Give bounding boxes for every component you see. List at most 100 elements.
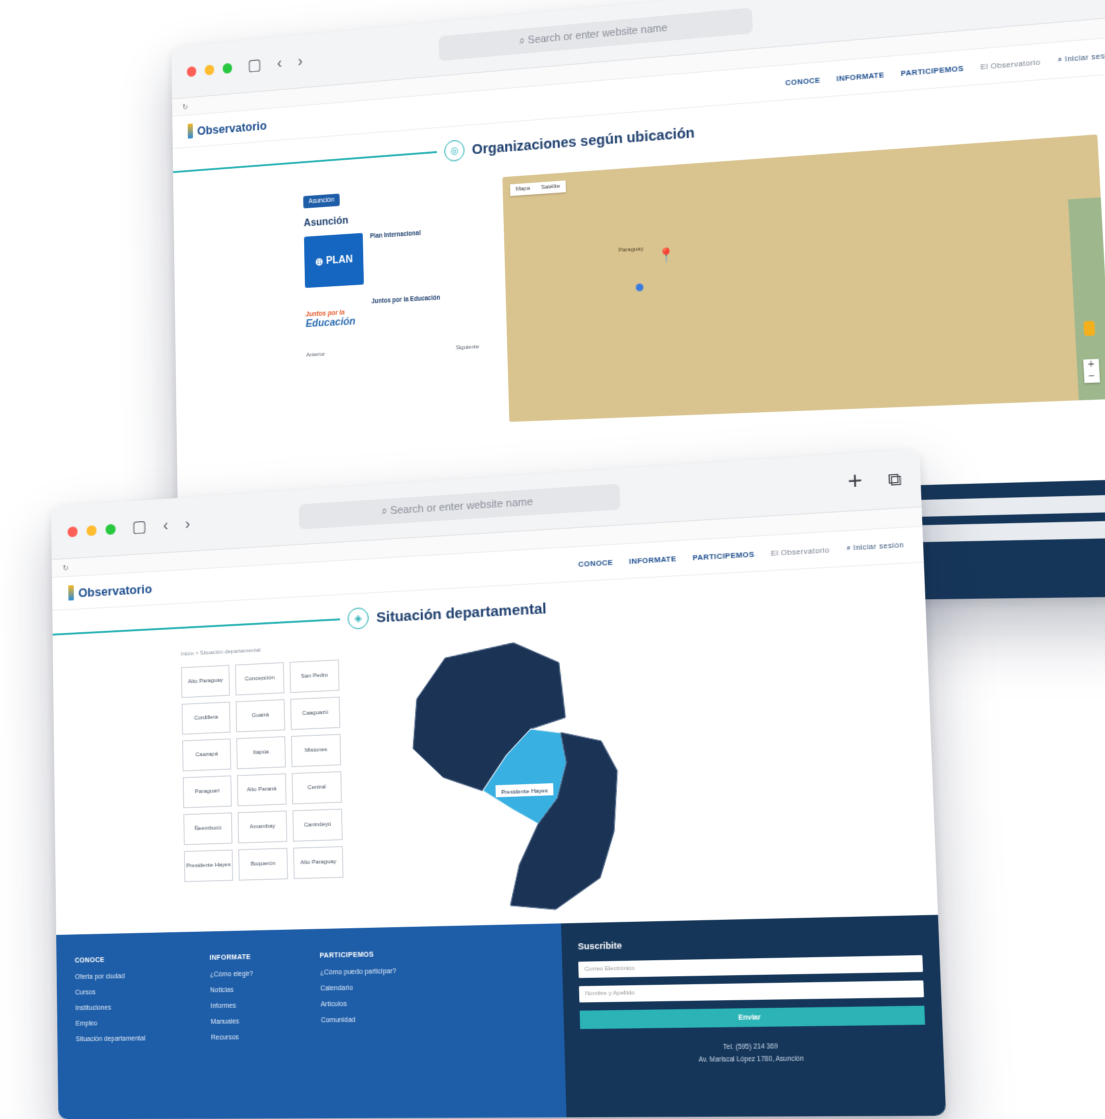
department-button[interactable]: Amambay bbox=[237, 810, 288, 844]
map-type-tabs: Mapa Satélite bbox=[510, 180, 566, 197]
nav-conoce[interactable]: CONOCE bbox=[578, 557, 613, 568]
department-button[interactable]: Ñeembucú bbox=[183, 812, 233, 846]
footer-link[interactable]: Recursos bbox=[211, 1034, 255, 1041]
list-item[interactable]: ⊕ PLAN Plan Internacional bbox=[303, 226, 477, 288]
department-button[interactable]: Boquerón bbox=[238, 847, 289, 881]
department-button[interactable]: San Pedro bbox=[289, 659, 340, 694]
footer-link[interactable]: Oferta por ciudad bbox=[75, 973, 145, 981]
footer-link[interactable]: Comunidad bbox=[321, 1016, 398, 1024]
paraguay-map[interactable]: Presidente Hayes bbox=[387, 628, 653, 928]
location-map[interactable]: Mapa Satélite Paraguay 📍 ● + − bbox=[502, 134, 1105, 422]
prev-link[interactable]: Anterior bbox=[306, 352, 325, 359]
department-button[interactable]: Caaguazú bbox=[290, 696, 341, 731]
department-button[interactable]: Itapúa bbox=[236, 736, 286, 770]
map-icon: ◈ bbox=[347, 607, 369, 630]
address-placeholder: Search or enter website name bbox=[390, 496, 534, 518]
footer-link[interactable]: Informes bbox=[210, 1002, 253, 1010]
minimize-window-button[interactable] bbox=[204, 64, 215, 75]
address-bar[interactable]: ⌕ Search or enter website name bbox=[438, 7, 754, 62]
login-link[interactable]: ⌕ Iniciar sesión bbox=[846, 540, 904, 554]
logo-text: Observatorio bbox=[197, 117, 267, 138]
footer-link[interactable]: Instituciones bbox=[75, 1004, 145, 1012]
footer-link[interactable]: Noticias bbox=[210, 987, 253, 994]
footer-link[interactable]: Calendario bbox=[320, 984, 397, 993]
pagination: Anterior Siguiente bbox=[306, 344, 479, 358]
nav-informate[interactable]: INFORMATE bbox=[629, 554, 677, 566]
tab-overview-icon[interactable]: ⧉ bbox=[887, 468, 901, 490]
department-button[interactable]: Guairá bbox=[235, 699, 286, 733]
footer-link[interactable]: Manuales bbox=[211, 1018, 255, 1026]
address-bar[interactable]: ⌕ Search or enter website name bbox=[298, 483, 621, 530]
next-link[interactable]: Siguiente bbox=[456, 344, 479, 351]
footer-col-conoce: CONOCE Oferta por ciudad Cursos Instituc… bbox=[75, 956, 147, 1096]
department-button[interactable]: Presidente Hayes bbox=[183, 849, 234, 883]
list-item[interactable]: Juntos por la Educación Juntos por la Ed… bbox=[305, 292, 478, 340]
subscribe-title: Suscribite bbox=[577, 940, 623, 952]
footer-link[interactable]: Cursos bbox=[75, 989, 145, 996]
send-button[interactable]: Enviar bbox=[579, 1005, 926, 1030]
breadcrumb: Inicio > Situación departamental bbox=[180, 647, 261, 658]
browser-window-departments: ▢ ‹ › ⌕ Search or enter website name + ⧉… bbox=[51, 448, 947, 1119]
map-tab[interactable]: Mapa bbox=[510, 183, 536, 196]
footer-col-title: PARTICIPEMOS bbox=[319, 951, 375, 960]
nav-observatorio[interactable]: El Observatorio bbox=[771, 545, 830, 557]
department-button[interactable]: Misiones bbox=[290, 733, 342, 768]
login-link[interactable]: ⌕ Iniciar sesión bbox=[1057, 50, 1105, 65]
address-text: Av. Mariscal López 1780, Asunción bbox=[698, 1055, 804, 1064]
new-tab-icon[interactable]: + bbox=[1057, 0, 1074, 7]
reload-icon[interactable]: ↻ bbox=[182, 102, 188, 111]
location-chip[interactable]: Asunción bbox=[303, 193, 340, 209]
satellite-tab[interactable]: Satélite bbox=[535, 180, 566, 194]
department-button[interactable]: Caazapá bbox=[182, 738, 232, 772]
department-button[interactable]: Alto Paraná bbox=[236, 773, 287, 807]
footer-col-title: INFORMATE bbox=[209, 954, 251, 962]
minimize-window-button[interactable] bbox=[86, 524, 97, 536]
forward-icon[interactable]: › bbox=[298, 52, 303, 71]
maximize-window-button[interactable] bbox=[105, 523, 116, 535]
juntos-logo-main: Educación bbox=[305, 315, 356, 330]
map-pin-icon[interactable]: 📍 bbox=[657, 247, 675, 265]
site-logo[interactable]: Observatorio bbox=[68, 581, 152, 601]
reload-icon[interactable]: ↻ bbox=[63, 563, 69, 572]
close-window-button[interactable] bbox=[186, 65, 197, 77]
logo-mark-icon bbox=[187, 123, 193, 139]
department-button[interactable]: Canindeyú bbox=[292, 808, 343, 842]
forward-icon[interactable]: › bbox=[185, 514, 191, 533]
search-icon: ⌕ bbox=[519, 34, 529, 47]
new-tab-icon[interactable]: + bbox=[847, 467, 863, 496]
sidebar-icon[interactable]: ▢ bbox=[132, 517, 147, 537]
footer-link[interactable]: Artículos bbox=[320, 1000, 397, 1008]
footer-link[interactable]: ¿Cómo elegir? bbox=[210, 971, 253, 979]
sidebar-icon[interactable]: ▢ bbox=[247, 56, 261, 76]
footer-link[interactable]: Situación departamental bbox=[76, 1036, 146, 1044]
zoom-control[interactable]: + − bbox=[1083, 358, 1100, 384]
nav-conoce[interactable]: CONOCE bbox=[785, 75, 820, 87]
map-label: Paraguay bbox=[618, 246, 644, 254]
logo-mark-icon bbox=[68, 585, 74, 601]
department-button[interactable]: Central bbox=[291, 771, 342, 805]
close-window-button[interactable] bbox=[67, 525, 78, 537]
department-button[interactable]: Concepción bbox=[234, 662, 285, 696]
department-button[interactable]: Alto Paraguay bbox=[181, 664, 230, 699]
nav-participemos[interactable]: PARTICIPEMOS bbox=[901, 63, 964, 77]
department-button[interactable]: Alto Paraguay bbox=[293, 846, 344, 880]
maximize-window-button[interactable] bbox=[222, 62, 233, 74]
cluster-marker-icon[interactable]: ● bbox=[634, 276, 645, 298]
street-view-icon[interactable] bbox=[1083, 320, 1096, 337]
back-icon[interactable]: ‹ bbox=[277, 54, 282, 73]
nav-participemos[interactable]: PARTICIPEMOS bbox=[693, 549, 755, 562]
name-field[interactable]: Nombre y Apellido bbox=[578, 980, 924, 1003]
login-label: Iniciar sesión bbox=[1064, 50, 1105, 64]
back-icon[interactable]: ‹ bbox=[163, 516, 169, 535]
nav-informate[interactable]: INFORMATE bbox=[836, 70, 884, 83]
plan-logo: ⊕ PLAN bbox=[303, 232, 364, 288]
nav-observatorio[interactable]: El Observatorio bbox=[980, 57, 1040, 71]
footer-link[interactable]: Empleo bbox=[76, 1020, 146, 1027]
logo-text: Observatorio bbox=[78, 581, 153, 600]
email-field[interactable]: Correo Electrónico bbox=[578, 955, 923, 978]
department-button[interactable]: Paraguarí bbox=[182, 775, 232, 809]
department-button[interactable]: Cordillera bbox=[181, 701, 231, 735]
main-menu: CONOCE INFORMATE PARTICIPEMOS El Observa… bbox=[578, 540, 904, 569]
site-logo[interactable]: Observatorio bbox=[187, 117, 267, 139]
footer-link[interactable]: ¿Cómo puedo participar? bbox=[320, 968, 397, 976]
